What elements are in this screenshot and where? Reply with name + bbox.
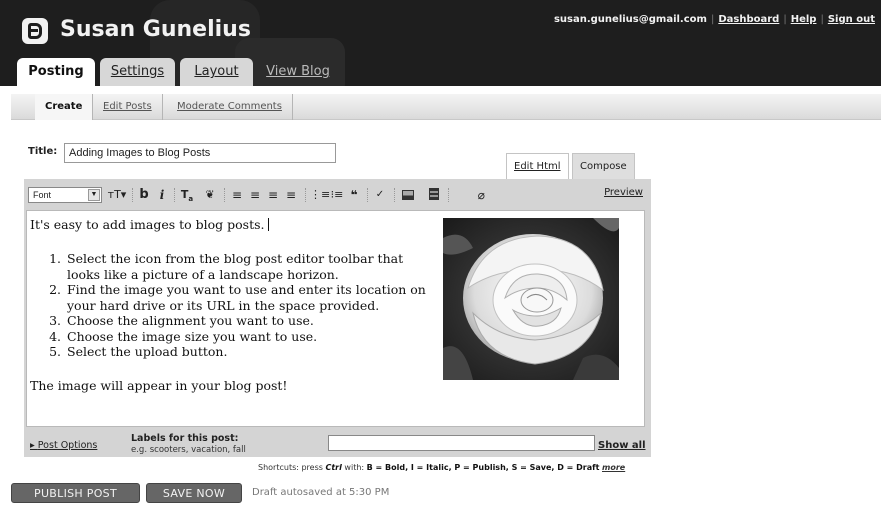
add-video-icon[interactable] — [426, 186, 442, 204]
editor-toolbar: Font ▼ тT▾ b i Ta ❦ ≡ ≡ ≡ ≡ ⋮≡ ⁝≡ ❝ ✓ ⌀ … — [24, 179, 651, 209]
save-now-button[interactable]: SAVE NOW — [146, 483, 242, 503]
shortcuts-list: B = Bold, I = Italic, P = Publish, S = S… — [366, 463, 600, 472]
user-email: susan.gunelius@gmail.com — [553, 14, 707, 25]
font-select[interactable]: Font ▼ — [28, 187, 102, 203]
blockquote-icon[interactable]: ❝ — [347, 186, 361, 204]
remove-formatting-icon[interactable]: ⌀ — [474, 186, 488, 204]
bullet-list-icon[interactable]: ⁝≡ — [329, 186, 345, 204]
list-item: Select the icon from the blog post edito… — [65, 251, 430, 282]
preview-link[interactable]: Preview — [604, 187, 643, 198]
user-links: susan.gunelius@gmail.com | Dashboard | Help |… — [553, 14, 875, 25]
post-options-label: Post Options — [37, 440, 98, 451]
numbered-list-icon[interactable]: ⋮≡ — [310, 186, 330, 204]
post-intro: It's easy to add images to blog posts. — [30, 217, 269, 232]
tab-settings[interactable]: Settings — [100, 58, 175, 86]
tab-edit-html[interactable]: Edit Html — [506, 153, 569, 179]
italic-icon[interactable]: i — [156, 186, 168, 204]
labels-input[interactable] — [328, 435, 595, 451]
text-caret — [267, 218, 269, 231]
spellcheck-icon[interactable]: ✓ — [372, 186, 388, 204]
blog-title[interactable]: Susan Gunelius — [60, 17, 251, 42]
sub-tab-bar: Create Edit Posts Moderate Comments — [0, 86, 881, 120]
list-item: Choose the image size you want to use. — [65, 329, 430, 345]
post-options-link[interactable]: ▸ Post Options — [30, 440, 97, 451]
keyboard-shortcuts: Shortcuts: press Ctrl with: B = Bold, I … — [258, 463, 625, 472]
shortcuts-key: Ctrl — [325, 463, 342, 472]
post-title-input[interactable] — [64, 143, 336, 163]
align-justify-icon[interactable]: ≡ — [283, 186, 299, 204]
post-intro-text: It's easy to add images to blog posts. — [30, 217, 265, 232]
title-label: Title: — [28, 146, 58, 157]
tab-layout[interactable]: Layout — [180, 58, 253, 86]
list-item: Find the image you want to use and enter… — [65, 282, 430, 313]
subtab-moderate-comments[interactable]: Moderate Comments — [167, 94, 293, 120]
align-center-icon[interactable]: ≡ — [247, 186, 263, 204]
font-size-icon[interactable]: тT▾ — [106, 186, 128, 204]
shortcuts-prefix: Shortcuts: press — [258, 463, 323, 472]
labels-title: Labels for this post: — [131, 433, 239, 444]
post-outro: The image will appear in your blog post! — [30, 378, 288, 393]
sign-out-link[interactable]: Sign out — [828, 14, 875, 25]
link-icon[interactable]: ❦ — [202, 186, 218, 204]
chevron-down-icon: ▼ — [88, 189, 100, 201]
rose-image[interactable] — [443, 218, 619, 380]
bold-icon[interactable]: b — [137, 186, 151, 204]
post-body-editor[interactable]: It's easy to add images to blog posts. S… — [26, 210, 645, 427]
align-right-icon[interactable]: ≡ — [265, 186, 281, 204]
tab-compose[interactable]: Compose — [572, 153, 635, 179]
blogger-header: Susan Gunelius susan.gunelius@gmail.com |… — [0, 0, 881, 86]
post-editor: Font ▼ тT▾ b i Ta ❦ ≡ ≡ ≡ ≡ ⋮≡ ⁝≡ ❝ ✓ ⌀ … — [24, 179, 651, 457]
tab-view-blog[interactable]: View Blog — [258, 58, 338, 86]
help-link[interactable]: Help — [791, 14, 817, 25]
publish-post-button[interactable]: PUBLISH POST — [11, 483, 140, 503]
add-image-icon[interactable] — [400, 186, 416, 204]
subtab-create[interactable]: Create — [35, 94, 94, 120]
steps-list: Select the icon from the blog post edito… — [65, 251, 430, 360]
show-all-link[interactable]: Show all — [598, 440, 646, 451]
blogger-logo-icon[interactable] — [22, 18, 48, 44]
list-item: Choose the alignment you want to use. — [65, 313, 430, 329]
autosave-status: Draft autosaved at 5:30 PM — [252, 487, 390, 498]
shortcuts-with: with: — [344, 463, 365, 472]
shortcuts-more-link[interactable]: more — [602, 463, 625, 472]
text-color-icon[interactable]: Ta — [178, 186, 196, 204]
labels-hint: e.g. scooters, vacation, fall — [131, 445, 246, 455]
list-item: Select the upload button. — [65, 344, 430, 360]
align-left-icon[interactable]: ≡ — [229, 186, 245, 204]
subtab-edit-posts[interactable]: Edit Posts — [93, 94, 163, 120]
tab-posting[interactable]: Posting — [17, 58, 95, 86]
dashboard-link[interactable]: Dashboard — [718, 14, 779, 25]
font-select-value: Font — [33, 190, 52, 200]
